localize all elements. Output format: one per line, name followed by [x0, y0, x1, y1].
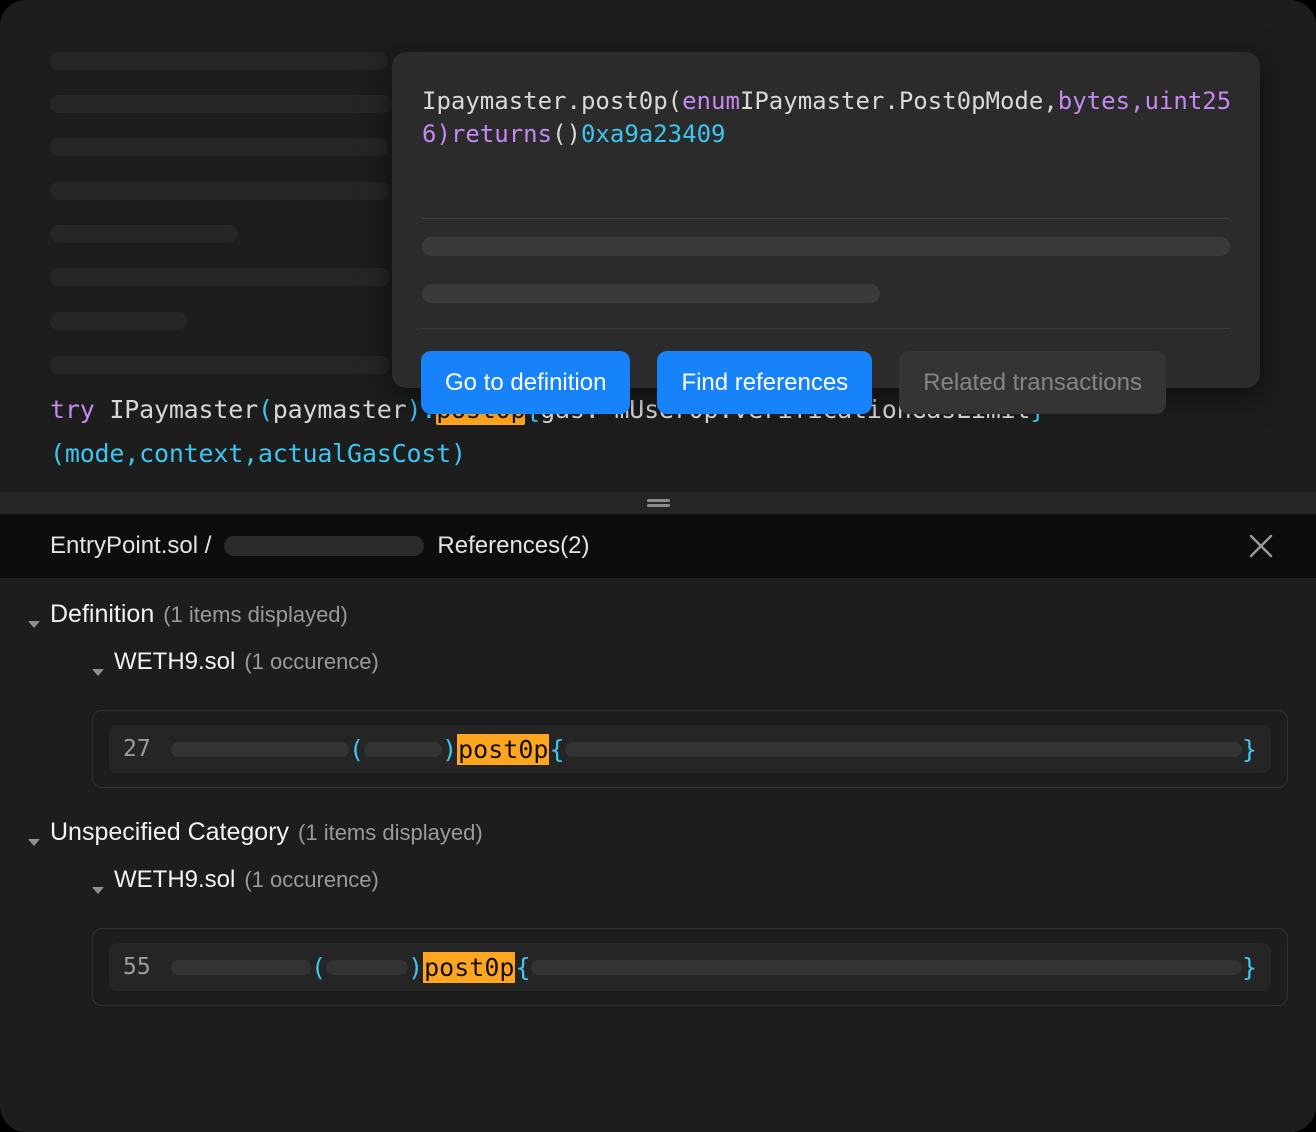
- file-occurrence-count: (1 occurence): [244, 867, 379, 892]
- param-paymaster: paymaster: [272, 395, 407, 424]
- file-header-weth9-unspecified[interactable]: WETH9.sol (1 occurence): [0, 866, 1316, 914]
- breadcrumb[interactable]: EntryPoint.sol /: [50, 532, 211, 560]
- redacted-code-bar: [50, 95, 392, 113]
- file-header-weth9-definition[interactable]: WETH9.sol (1 occurence): [0, 648, 1316, 696]
- match-highlight: post0p: [423, 951, 516, 983]
- code-line-args: (mode,context,actualGasCost): [50, 439, 466, 468]
- signature-type-bytes: bytes: [1057, 87, 1131, 115]
- go-to-definition-button[interactable]: Go to definition: [421, 351, 631, 414]
- chevron-down-icon[interactable]: [28, 620, 40, 628]
- redacted-code-bar: [50, 52, 388, 70]
- table-row[interactable]: 55 ( ) post0p { }: [109, 943, 1271, 991]
- redacted-code-bar: [50, 268, 390, 286]
- redacted-code-segment: [171, 959, 311, 975]
- result-container: 27 ( ) post0p { }: [92, 710, 1288, 788]
- references-panel: EntryPoint.sol / References(2) Definitio…: [0, 514, 1316, 1132]
- group-title: Unspecified Category: [50, 818, 290, 846]
- related-transactions-button: Related transactions: [899, 351, 1166, 414]
- identifier-ipaymaster: IPaymaster: [109, 395, 258, 424]
- redacted-code-bar: [50, 225, 238, 243]
- signature-type-enum: enum: [682, 87, 740, 115]
- tooltip-divider-bottom: [422, 328, 1230, 329]
- panel-title: References(2): [437, 532, 590, 559]
- redacted-code-segment: [364, 741, 443, 757]
- chevron-down-icon[interactable]: [92, 668, 104, 676]
- function-signature: Ipaymaster.post0p(enumIPaymaster.Post0pM…: [422, 87, 1232, 148]
- chevron-down-icon[interactable]: [28, 838, 40, 846]
- redacted-code-segment: [530, 959, 1242, 975]
- group-title: Definition: [50, 600, 155, 628]
- redacted-detail-bar: [422, 237, 1230, 256]
- close-icon[interactable]: [1244, 529, 1278, 563]
- redacted-code-bar: [50, 138, 388, 156]
- code-editor-pane: try IPaymaster(paymaster).post0p{gas: mU…: [0, 0, 1316, 492]
- group-header-unspecified-category[interactable]: Unspecified Category (1 items displayed): [0, 818, 1316, 866]
- find-references-button[interactable]: Find references: [657, 351, 873, 414]
- app-window: try IPaymaster(paymaster).post0p{gas: mU…: [0, 0, 1316, 1132]
- contract-address: 0xa9a23409: [580, 120, 726, 148]
- panel-resize-handle[interactable]: [0, 492, 1316, 514]
- redacted-code-bar: [50, 182, 390, 200]
- line-number: 27: [123, 736, 151, 762]
- line-number: 55: [123, 954, 151, 980]
- keyword-try: try: [50, 395, 95, 424]
- group-header-definition[interactable]: Definition (1 items displayed): [0, 600, 1316, 648]
- file-name: WETH9.sol: [114, 648, 236, 675]
- match-highlight: post0p: [457, 733, 550, 765]
- group-count: (1 items displayed): [298, 820, 483, 845]
- references-results-list: Definition (1 items displayed) WETH9.sol…: [0, 578, 1316, 1132]
- group-count: (1 items displayed): [163, 602, 348, 627]
- redacted-code-segment: [564, 741, 1242, 757]
- file-name: WETH9.sol: [114, 866, 236, 893]
- redacted-code-segment: [326, 959, 409, 975]
- chevron-down-icon[interactable]: [92, 886, 104, 894]
- hover-tooltip-card: Ipaymaster.post0p(enumIPaymaster.Post0pM…: [392, 52, 1260, 414]
- tooltip-action-bar: Go to definition Find references Related…: [421, 351, 1166, 414]
- signature-returns: returns: [450, 120, 553, 148]
- redacted-detail-bar: [422, 284, 880, 303]
- table-row[interactable]: 27 ( ) post0p { }: [109, 725, 1271, 773]
- file-occurrence-count: (1 occurence): [244, 649, 379, 674]
- redacted-code-bar: [50, 356, 390, 374]
- redacted-code-bar: [50, 312, 187, 330]
- tooltip-divider-top: [422, 218, 1230, 219]
- redacted-code-segment: [171, 741, 349, 757]
- result-container: 55 ( ) post0p { }: [92, 928, 1288, 1006]
- redacted-breadcrumb-segment: [224, 536, 425, 556]
- references-panel-header: EntryPoint.sol / References(2): [0, 514, 1316, 578]
- resize-grip-icon: [646, 497, 670, 509]
- code-arguments: mode,context,actualGasCost: [64, 439, 451, 468]
